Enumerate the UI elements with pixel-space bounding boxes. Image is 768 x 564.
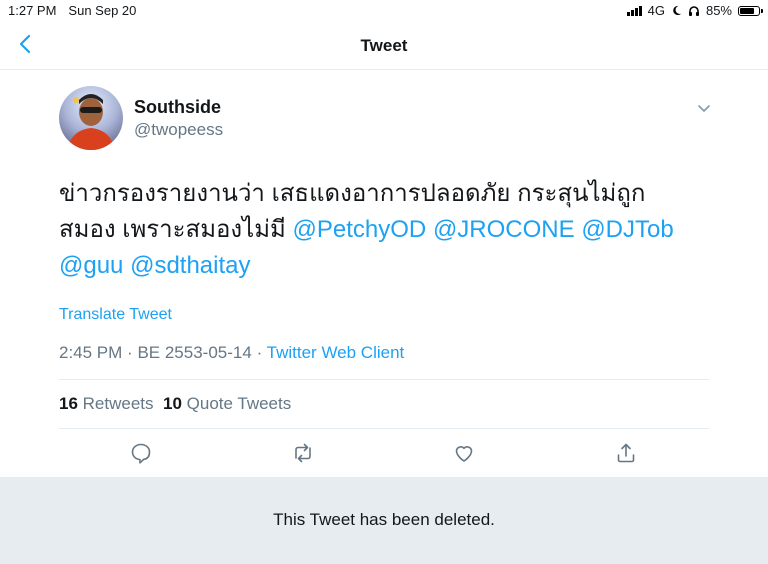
mention-link[interactable]: @JROCONE: [433, 216, 575, 243]
divider: [59, 428, 709, 429]
retweets-stat[interactable]: 16 Retweets: [59, 394, 154, 413]
divider: [59, 379, 709, 380]
battery-percent: 85%: [705, 3, 732, 18]
meta-separator: ·: [127, 343, 133, 362]
tweet-time: 2:45 PM: [59, 343, 123, 362]
quote-tweets-stat[interactable]: 10 Quote Tweets: [163, 394, 291, 413]
author-name[interactable]: Southside: [134, 97, 221, 118]
headphones-icon: [688, 5, 699, 16]
quote-tweets-count: 10: [162, 394, 182, 413]
mention-link[interactable]: @guu: [59, 252, 123, 279]
battery-level: [740, 7, 754, 14]
share-icon[interactable]: [614, 441, 638, 465]
tweet-stats: 16 Retweets 10 Quote Tweets: [59, 394, 291, 414]
mention-link[interactable]: @sdthaitay: [130, 252, 250, 279]
quote-tweets-label: Quote Tweets: [186, 394, 292, 413]
client-link[interactable]: Twitter Web Client: [267, 343, 405, 362]
author-handle[interactable]: @twopeess: [134, 120, 223, 140]
signal-icon: [626, 5, 642, 16]
mention-link[interactable]: @PetchyOD: [293, 216, 427, 243]
avatar[interactable]: [59, 86, 123, 150]
status-bar: 1:27 PM Sun Sep 20 4G 85%: [0, 0, 768, 22]
like-icon[interactable]: [452, 441, 476, 465]
mention-link[interactable]: @DJTob: [581, 216, 673, 243]
retweets-label: Retweets: [82, 394, 154, 413]
meta-separator: ·: [256, 343, 263, 362]
navigation-bar: Tweet: [0, 22, 768, 70]
deleted-tweet-banner: This Tweet has been deleted.: [0, 477, 768, 564]
retweets-count: 16: [59, 394, 78, 413]
tweet-text: ข่าวกรองรายงานว่า เสธแดงอาการปลอดภัย กระ…: [59, 176, 699, 284]
status-time: 1:27 PM: [8, 3, 57, 18]
battery-icon: [738, 5, 763, 16]
status-date: Sun Sep 20: [68, 3, 137, 18]
deleted-message: This Tweet has been deleted.: [273, 510, 495, 529]
moon-icon: [673, 5, 682, 16]
retweet-icon[interactable]: [291, 441, 315, 465]
chevron-down-icon[interactable]: [694, 98, 714, 118]
network-label: 4G: [647, 3, 665, 18]
tweet-meta: 2:45 PM · BE 2553-05-14 · Twitter Web Cl…: [59, 343, 404, 363]
translate-tweet-link[interactable]: Translate Tweet: [59, 306, 172, 324]
reply-icon[interactable]: [129, 441, 153, 465]
page-title: Tweet: [360, 36, 408, 55]
tweet-date: BE 2553-05-14: [137, 343, 252, 362]
